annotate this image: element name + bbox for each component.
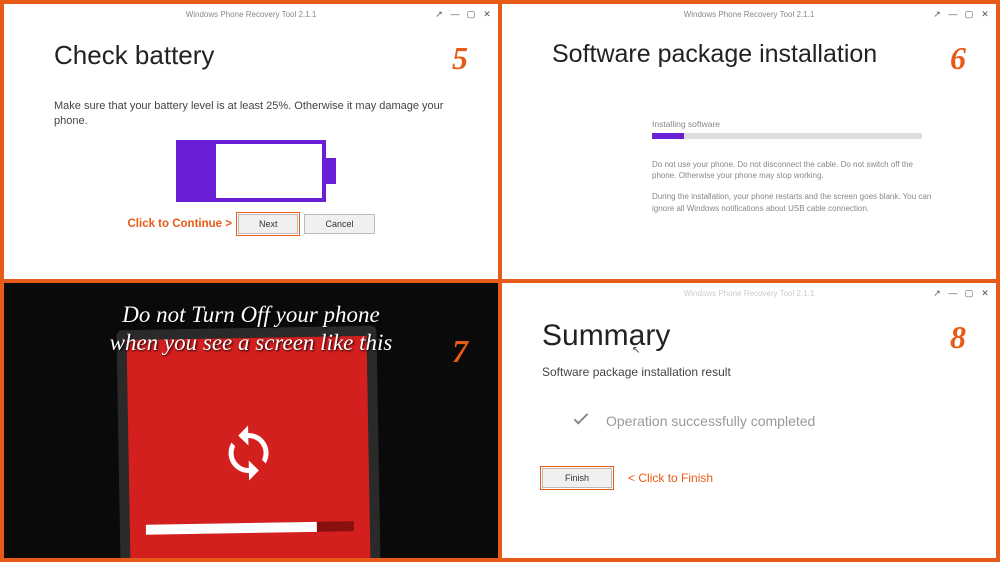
battery-icon xyxy=(176,140,326,202)
battery-fill xyxy=(180,144,216,198)
battery-description: Make sure that your battery level is at … xyxy=(54,99,448,130)
titlebar: Windows Phone Recovery Tool 2.1.1 ↗ — ▢ … xyxy=(4,4,498,24)
page-title: Summary xyxy=(542,319,956,353)
close-icon[interactable]: ✕ xyxy=(980,9,990,19)
help-icon[interactable]: ↗ xyxy=(932,288,942,298)
finish-button[interactable]: Finish xyxy=(542,468,612,488)
next-button[interactable]: Next xyxy=(238,214,299,234)
titlebar: Windows Phone Recovery Tool 2.1.1 ↗ — ▢ … xyxy=(502,283,996,303)
maximize-icon[interactable]: ▢ xyxy=(466,9,476,19)
phone-progress-fill xyxy=(146,522,317,535)
cursor-icon: ↖ xyxy=(632,345,640,356)
minimize-icon[interactable]: — xyxy=(948,9,958,19)
app-title: Windows Phone Recovery Tool 2.1.1 xyxy=(186,10,317,19)
checkmark-icon xyxy=(570,407,592,434)
app-title: Windows Phone Recovery Tool 2.1.1 xyxy=(684,289,815,298)
overlay-warning-text: Do not Turn Off your phone when you see … xyxy=(4,301,498,356)
page-title: Software package installation xyxy=(552,40,946,69)
click-finish-label: < Click to Finish xyxy=(628,471,713,485)
close-icon[interactable]: ✕ xyxy=(482,9,492,19)
panel-phone-photo: Do not Turn Off your phone when you see … xyxy=(4,283,498,558)
close-icon[interactable]: ✕ xyxy=(980,288,990,298)
maximize-icon[interactable]: ▢ xyxy=(964,9,974,19)
progress-bar xyxy=(652,133,922,139)
maximize-icon[interactable]: ▢ xyxy=(964,288,974,298)
panel-check-battery: Windows Phone Recovery Tool 2.1.1 ↗ — ▢ … xyxy=(4,4,498,279)
titlebar: Windows Phone Recovery Tool 2.1.1 ↗ — ▢ … xyxy=(502,4,996,24)
minimize-icon[interactable]: — xyxy=(948,288,958,298)
result-text: Operation successfully completed xyxy=(606,413,815,429)
cancel-button[interactable]: Cancel xyxy=(304,214,374,234)
install-status: Installing software xyxy=(652,119,936,129)
page-title: Check battery xyxy=(54,40,448,71)
overlay-line2: when you see a screen like this xyxy=(4,329,498,357)
sync-arrows-icon xyxy=(218,422,279,483)
app-title: Windows Phone Recovery Tool 2.1.1 xyxy=(684,10,815,19)
help-icon[interactable]: ↗ xyxy=(434,9,444,19)
phone-screen xyxy=(127,336,372,558)
warning-note-1: Do not use your phone. Do not disconnect… xyxy=(652,159,932,181)
overlay-line1: Do not Turn Off your phone xyxy=(4,301,498,329)
step-number: 7 xyxy=(452,333,468,370)
phone-device xyxy=(116,326,381,558)
click-continue-label: Click to Continue > xyxy=(128,218,232,230)
step-number: 8 xyxy=(950,319,966,356)
phone-progress-bar xyxy=(146,521,354,535)
help-icon[interactable]: ↗ xyxy=(932,9,942,19)
progress-fill xyxy=(652,133,684,139)
step-number: 5 xyxy=(452,40,468,77)
panel-summary: Windows Phone Recovery Tool 2.1.1 ↗ — ▢ … xyxy=(502,283,996,558)
step-number: 6 xyxy=(950,40,966,77)
summary-subtitle: Software package installation result xyxy=(542,365,956,379)
warning-note-2: During the installation, your phone rest… xyxy=(652,191,932,213)
minimize-icon[interactable]: — xyxy=(450,9,460,19)
panel-software-install: Windows Phone Recovery Tool 2.1.1 ↗ — ▢ … xyxy=(502,4,996,279)
